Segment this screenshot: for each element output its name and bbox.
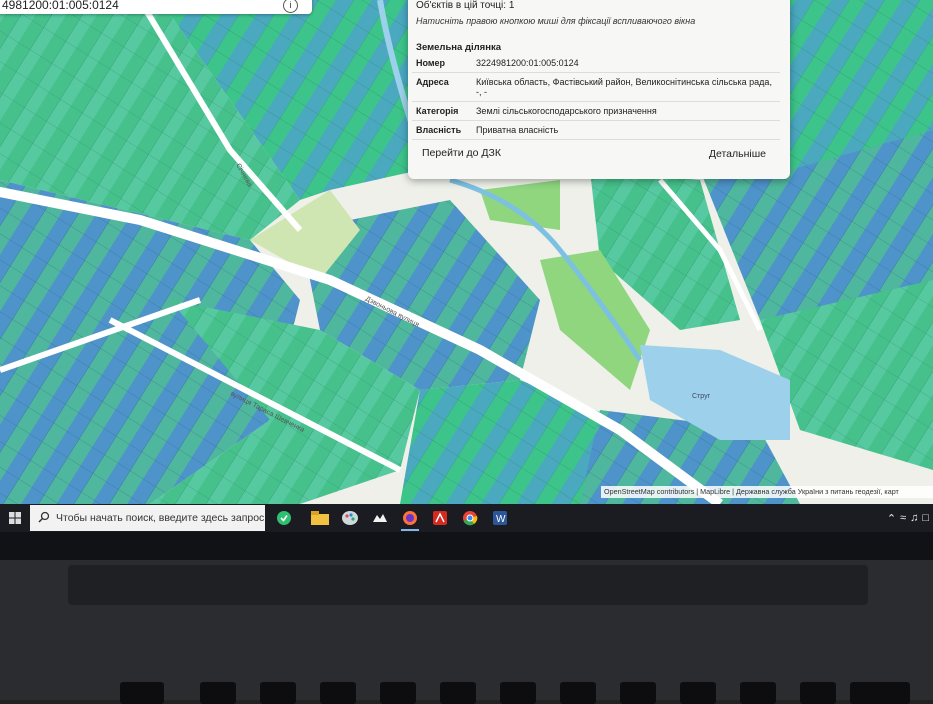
keyboard-key (500, 682, 536, 704)
field-key: Адреса (412, 72, 472, 102)
laptop-hinge (68, 565, 868, 605)
field-value: Приватна власність (472, 120, 780, 140)
field-value: Київська область, Фастівський район, Вел… (472, 72, 780, 102)
water-label: Струг (692, 393, 711, 400)
cloud-icon[interactable] (365, 504, 395, 532)
parcel-info-table: Номер 3224981200:01:005:0124 Адреса Київ… (412, 54, 780, 140)
info-icon[interactable]: i (283, 0, 298, 13)
acrobat-icon[interactable] (425, 504, 455, 532)
system-tray: ⌃ ≈ ♫ □ (887, 504, 933, 532)
keyboard-key (320, 682, 356, 704)
map-attribution[interactable]: OpenStreetMap contributors | MapLibre | … (601, 486, 933, 498)
taskbar: Чтобы начать поиск, введите здесь запрос… (0, 504, 933, 532)
search-placeholder: Чтобы начать поиск, введите здесь запрос (56, 512, 265, 524)
keyboard-key (850, 682, 910, 704)
chrome-icon[interactable] (455, 504, 485, 532)
keyboard-key (260, 682, 296, 704)
app-green-icon[interactable] (269, 504, 299, 532)
goto-dzk-button[interactable]: Перейти до ДЗК (422, 147, 501, 159)
popup-hint: Натисніть правою кнопкою миші для фіксац… (416, 16, 696, 26)
keyboard-key (120, 682, 164, 704)
search-box[interactable]: 4981200:01:005:0124 i (0, 0, 312, 14)
table-row: Категорія Землі сільськогосподарського п… (412, 101, 780, 121)
file-explorer-icon[interactable] (305, 504, 335, 532)
field-value: Землі сільськогосподарського призначення (472, 101, 780, 121)
chevron-up-icon[interactable]: ⌃ (887, 512, 896, 525)
keyboard-key (200, 682, 236, 704)
firefox-icon[interactable] (395, 504, 425, 532)
table-row: Номер 3224981200:01:005:0124 (412, 54, 780, 73)
feature-popup: Об'єктів в цій точці: 1 Натисніть правою… (408, 0, 790, 179)
volume-icon[interactable]: ♫ (910, 512, 918, 524)
keyboard-key (680, 682, 716, 704)
table-row: Адреса Київська область, Фастівський рай… (412, 72, 780, 102)
search-input[interactable]: 4981200:01:005:0124 (2, 0, 119, 12)
screen: Дзвоньова вулиця вулиця Тараса Шевченка … (0, 0, 933, 504)
table-row: Власність Приватна власність (412, 120, 780, 140)
section-title: Земельна ділянка (416, 42, 501, 53)
field-key: Власність (412, 120, 472, 140)
keyboard-key (380, 682, 416, 704)
svg-text:W: W (496, 514, 506, 525)
field-value: 3224981200:01:005:0124 (472, 54, 780, 73)
taskbar-search[interactable]: Чтобы начать поиск, введите здесь запрос (30, 505, 265, 531)
notification-icon[interactable]: □ (922, 512, 929, 524)
keyboard-key (440, 682, 476, 704)
field-key: Номер (412, 54, 472, 73)
field-key: Категорія (412, 101, 472, 121)
details-button[interactable]: Детальніше (709, 148, 766, 160)
keyboard-key (740, 682, 776, 704)
start-windows-icon[interactable] (4, 504, 26, 532)
keyboard-key (800, 682, 836, 704)
objects-count: Об'єктів в цій точці: 1 (416, 0, 515, 11)
keyboard-key (560, 682, 596, 704)
word-icon[interactable]: W (485, 504, 515, 532)
search-icon (38, 511, 50, 526)
wifi-icon[interactable]: ≈ (900, 512, 906, 524)
keyboard-key (620, 682, 656, 704)
paint-icon[interactable] (335, 504, 365, 532)
